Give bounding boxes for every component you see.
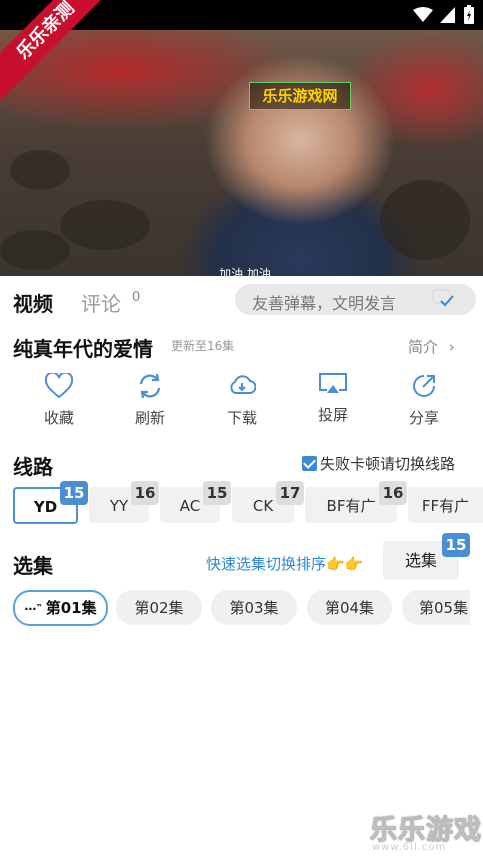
sort-switch-link[interactable]: 快速选集切换排序👉👉 <box>206 553 363 574</box>
tab-comments[interactable]: 评论 <box>81 288 121 317</box>
favorite-button[interactable]: 收藏 <box>24 373 94 428</box>
line-ff[interactable]: FF有广 <box>408 487 483 523</box>
cast-icon <box>319 373 347 393</box>
episode-05[interactable]: 第05集 <box>402 590 470 625</box>
fail-switch-label: 失败卡顿请切换线路 <box>320 455 456 473</box>
line-count-badge: 16 <box>131 481 159 505</box>
intro-link[interactable]: 简介 › <box>408 336 455 357</box>
download-label: 下载 <box>226 409 257 427</box>
tab-video[interactable]: 视频 <box>13 288 53 317</box>
danmu-placeholder: 友善弹幕，文明发言 <box>252 294 397 313</box>
comment-count: 0 <box>132 290 141 305</box>
refresh-icon <box>139 373 161 399</box>
share-label: 分享 <box>408 409 439 427</box>
download-icon <box>230 375 256 394</box>
episode-02[interactable]: 第02集 <box>116 590 202 625</box>
line-count-badge: 15 <box>60 481 88 505</box>
intro-label: 简介 <box>408 338 439 356</box>
playing-indicator-icon: ⋯‶ <box>24 602 42 616</box>
refresh-button[interactable]: 刷新 <box>115 373 185 428</box>
episode-label: 第01集 <box>45 599 97 617</box>
refresh-label: 刷新 <box>134 409 165 427</box>
line-count-badge: 16 <box>379 481 407 505</box>
episode-01[interactable]: ⋯‶ 第01集 <box>13 590 108 626</box>
episodes-title: 选集 <box>13 554 53 578</box>
heart-icon <box>45 373 73 399</box>
site-watermark-url: www.6ll.com <box>372 842 447 853</box>
episode-03[interactable]: 第03集 <box>211 590 297 625</box>
cast-button[interactable]: 投屏 <box>298 372 368 425</box>
share-icon <box>413 375 435 397</box>
signal-icon <box>440 7 455 23</box>
video-watermark: 乐乐游戏网 <box>249 82 351 110</box>
wifi-icon <box>413 7 433 22</box>
danmu-toggle-icon[interactable] <box>432 287 454 307</box>
video-subtitle: 加油 加油 <box>219 267 271 276</box>
battery-icon <box>464 5 474 24</box>
chevron-right-icon: › <box>448 338 455 356</box>
line-count-badge: 17 <box>276 481 304 505</box>
checkbox-icon[interactable] <box>302 456 317 471</box>
show-title: 纯真年代的爱情 <box>13 337 153 361</box>
line-count-badge: 15 <box>203 481 231 505</box>
episode-count-badge: 15 <box>442 533 470 557</box>
favorite-label: 收藏 <box>43 409 74 427</box>
share-button[interactable]: 分享 <box>389 373 459 428</box>
cast-label: 投屏 <box>317 406 348 424</box>
download-button[interactable]: 下载 <box>207 373 277 428</box>
danmu-input[interactable]: 友善弹幕，文明发言 <box>235 284 476 315</box>
video-player[interactable]: 乐乐游戏网 加油 加油 <box>0 30 483 276</box>
fail-switch-toggle[interactable]: 失败卡顿请切换线路 <box>302 453 455 474</box>
episode-04[interactable]: 第04集 <box>307 590 392 625</box>
update-status: 更新至16集 <box>171 339 235 353</box>
lines-title: 线路 <box>13 455 53 479</box>
